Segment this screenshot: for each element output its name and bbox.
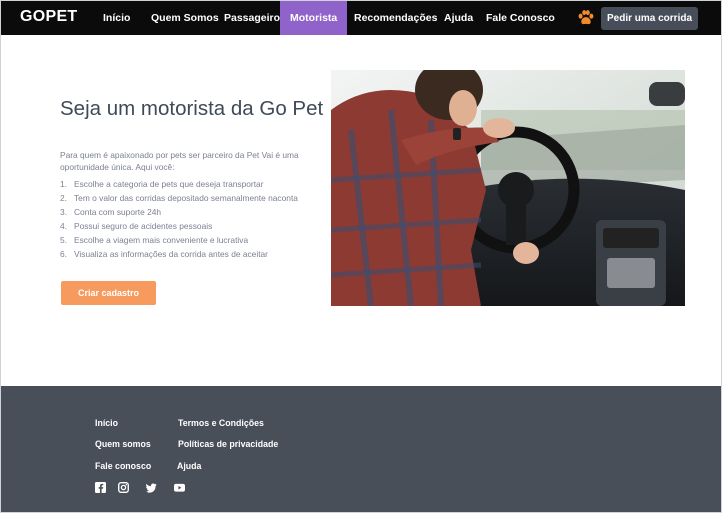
nav-item-ajuda[interactable]: Ajuda	[444, 1, 473, 35]
footer-link-inicio[interactable]: Início	[95, 418, 118, 428]
footer	[1, 386, 721, 512]
nav-item-quem-somos[interactable]: Quem Somos	[151, 1, 219, 35]
nav-item-fale-conosco[interactable]: Fale Conosco	[486, 1, 555, 35]
benefit-list: 1. Escolhe a categoria de pets que deseja…	[60, 177, 298, 261]
hero-title: Seja um motorista da Go Pet	[60, 97, 324, 120]
list-item: 3. Conta com suporte 24h	[60, 207, 162, 217]
list-item: 4. Possui seguro de acidentes pessoais	[60, 221, 213, 231]
hero-intro: Para quem é apaixonado por pets ser parc…	[60, 150, 299, 172]
twitter-icon[interactable]	[146, 482, 157, 493]
youtube-icon[interactable]	[174, 482, 185, 493]
nav-item-motorista[interactable]: Motorista	[280, 1, 348, 35]
page: GOPET Início Quem Somos Passageiro Motor…	[0, 0, 722, 513]
nav-item-inicio[interactable]: Início	[103, 1, 130, 35]
driver-photo	[331, 70, 685, 306]
request-ride-button[interactable]: Pedir uma corrida	[601, 7, 698, 30]
footer-link-ajuda[interactable]: Ajuda	[177, 461, 201, 471]
list-item: 2. Tem o valor das corridas depositado se…	[60, 193, 298, 203]
top-navbar: GOPET Início Quem Somos Passageiro Motor…	[1, 1, 721, 35]
instagram-icon[interactable]	[118, 482, 129, 493]
nav-item-passageiro[interactable]: Passageiro	[224, 1, 280, 35]
facebook-icon[interactable]	[95, 482, 106, 493]
list-item: 5. Escolhe a viagem mais conveniente e lu…	[60, 235, 249, 245]
footer-link-terms[interactable]: Termos e Condições	[178, 418, 264, 428]
create-account-button[interactable]: Criar cadastro	[61, 281, 156, 305]
footer-link-privacy[interactable]: Políticas de privacidade	[178, 439, 278, 449]
paw-icon[interactable]	[577, 9, 595, 27]
brand-logo[interactable]: GOPET	[20, 8, 78, 26]
nav-item-recomendacoes[interactable]: Recomendações	[354, 1, 437, 35]
list-item: 6. Visualiza as informações da corrida an…	[60, 249, 268, 259]
footer-link-quem-somos[interactable]: Quem somos	[95, 439, 151, 449]
footer-link-fale-conosco[interactable]: Fale conosco	[95, 461, 151, 471]
list-item: 1. Escolhe a categoria de pets que deseja…	[60, 179, 264, 189]
